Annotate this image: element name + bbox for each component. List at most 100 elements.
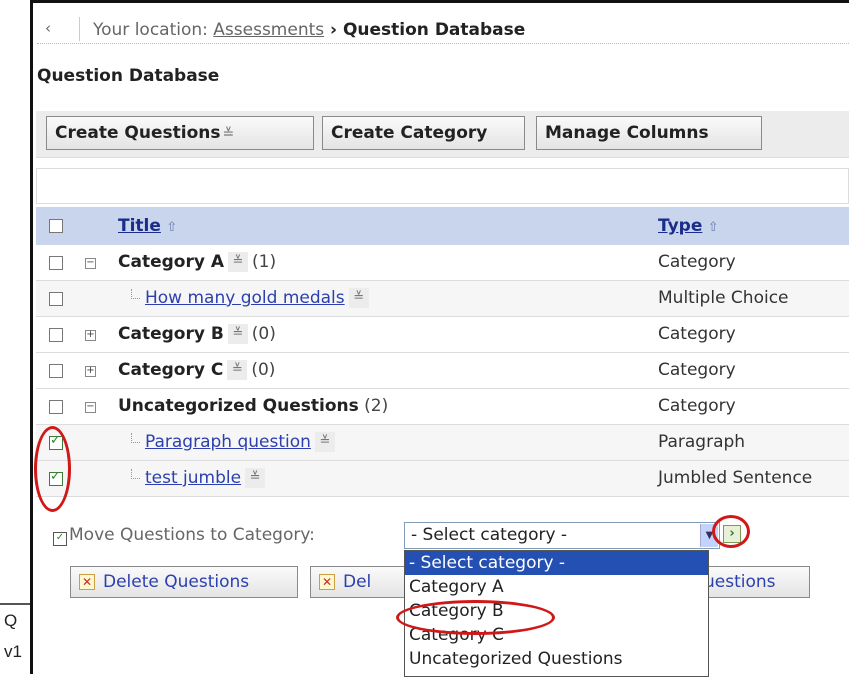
table-header: Title ⇧ Type ⇧ xyxy=(36,207,849,245)
tree-connector xyxy=(131,433,140,443)
delete-button-partial[interactable]: ✕ Del xyxy=(310,566,410,598)
question-link[interactable]: test jumble xyxy=(145,468,241,488)
context-menu-icon[interactable]: ≚ xyxy=(227,360,248,380)
app-frame: ‹ Your location: Assessments › Question … xyxy=(30,0,849,677)
dropdown-option-category-c[interactable]: Category C xyxy=(405,623,708,647)
question-count: (1) xyxy=(252,252,277,272)
breadcrumb-prefix: Your location: xyxy=(93,20,214,40)
select-all-checkbox[interactable] xyxy=(49,219,63,233)
row-title: Category A ≚ (1) xyxy=(118,252,276,272)
question-count: (0) xyxy=(251,360,276,380)
context-menu-icon[interactable]: ≚ xyxy=(348,288,369,308)
title-column-header[interactable]: Title ⇧ xyxy=(118,216,177,236)
row-type: Multiple Choice xyxy=(658,288,789,308)
row-title: How many gold medals ≚ xyxy=(145,288,373,308)
table-row-category-a[interactable]: − Category A ≚ (1) Category xyxy=(36,245,849,281)
manage-columns-button[interactable]: Manage Columns xyxy=(536,116,762,150)
row-title: Category C ≚ (0) xyxy=(118,360,275,380)
sort-ascending-icon: ⇧ xyxy=(166,220,178,235)
tree-expand-icon[interactable]: + xyxy=(85,330,96,341)
category-name: Uncategorized Questions xyxy=(118,396,359,416)
row-checkbox[interactable] xyxy=(49,364,63,378)
category-name: Category B xyxy=(118,324,224,344)
delete-icon: ✕ xyxy=(79,574,95,590)
dropdown-option-category-b[interactable]: Category B xyxy=(405,599,708,623)
category-select[interactable]: - Select category - ▼ xyxy=(404,522,720,549)
breadcrumb-separator: › xyxy=(324,20,343,40)
row-title: Uncategorized Questions (2) xyxy=(118,396,388,416)
delete-questions-button[interactable]: ✕ Delete Questions xyxy=(70,566,298,598)
sort-ascending-icon: ⇧ xyxy=(707,220,719,235)
table-row-category-c[interactable]: + Category C ≚ (0) Category xyxy=(36,353,849,389)
breadcrumb-divider xyxy=(79,17,80,41)
question-link[interactable]: How many gold medals xyxy=(145,288,345,308)
go-button[interactable]: › xyxy=(723,525,741,543)
table-row-paragraph-question[interactable]: Paragraph question≚ Paragraph xyxy=(36,425,849,461)
row-type: Paragraph xyxy=(658,432,746,452)
category-name: Category C xyxy=(118,360,224,380)
title-header-label[interactable]: Title xyxy=(118,216,161,236)
move-checkbox-icon: ✓ xyxy=(53,532,67,546)
row-type: Category xyxy=(658,252,736,272)
row-type: Category xyxy=(658,324,736,344)
tree-expand-icon[interactable]: + xyxy=(85,366,96,377)
create-questions-label: Create Questions xyxy=(55,123,221,143)
category-select-value: - Select category - xyxy=(411,525,568,545)
row-type: Jumbled Sentence xyxy=(658,468,813,488)
tree-collapse-icon[interactable]: − xyxy=(85,402,96,413)
tree-connector xyxy=(131,289,140,299)
row-checkbox-checked[interactable] xyxy=(49,469,63,486)
tree-collapse-icon[interactable]: − xyxy=(85,258,96,269)
delete-questions-label: Delete Questions xyxy=(103,572,250,592)
dropdown-option-category-a[interactable]: Category A xyxy=(405,575,708,599)
external-text-1: Q xyxy=(4,611,18,630)
category-dropdown-list: - Select category - Category A Category … xyxy=(404,550,709,677)
row-title: test jumble ≚ xyxy=(145,468,269,488)
toolbar: Create Questions ≚ Create Category Manage… xyxy=(36,111,849,158)
breadcrumb: ‹ Your location: Assessments › Question … xyxy=(37,17,849,44)
chevron-down-icon[interactable]: ▼ xyxy=(700,524,718,547)
delete-icon: ✕ xyxy=(319,574,335,590)
context-menu-icon[interactable]: ≚ xyxy=(314,432,335,452)
move-questions-bar: ✓ Move Questions to Category: xyxy=(53,525,315,546)
row-title: Category B ≚ (0) xyxy=(118,324,276,344)
questions-partial-label: uestions xyxy=(704,572,776,592)
table-row-how-many-gold-medals[interactable]: How many gold medals ≚ Multiple Choice xyxy=(36,281,849,317)
row-checkbox[interactable] xyxy=(49,292,63,306)
dropdown-menu-icon: ≚ xyxy=(222,126,235,142)
filter-bar xyxy=(36,168,849,204)
row-checkbox[interactable] xyxy=(49,256,63,270)
row-checkbox-checked[interactable] xyxy=(49,433,63,450)
table-row-test-jumble[interactable]: test jumble≚ Jumbled Sentence xyxy=(36,461,849,497)
move-label: Move Questions to Category: xyxy=(69,525,315,545)
external-text-2: v1 xyxy=(4,642,22,661)
dropdown-option-uncategorized[interactable]: Uncategorized Questions xyxy=(405,647,708,671)
type-header-label[interactable]: Type xyxy=(658,216,702,236)
row-title: Paragraph question ≚ xyxy=(145,432,339,452)
row-type: Category xyxy=(658,360,736,380)
question-count: (2) xyxy=(364,396,389,416)
question-count: (0) xyxy=(251,324,276,344)
create-questions-button[interactable]: Create Questions ≚ xyxy=(46,116,314,150)
row-checkbox[interactable] xyxy=(49,400,63,414)
breadcrumb-current: Question Database xyxy=(342,20,526,40)
delete-partial-label: Del xyxy=(343,572,372,592)
context-menu-icon[interactable]: ≚ xyxy=(227,324,248,344)
context-menu-icon[interactable]: ≚ xyxy=(245,468,266,488)
table-row-category-b[interactable]: + Category B ≚ (0) Category xyxy=(36,317,849,353)
tree-connector xyxy=(131,469,140,479)
context-menu-icon[interactable]: ≚ xyxy=(228,252,248,272)
page-title: Question Database xyxy=(37,66,220,86)
breadcrumb-trail: Your location: Assessments › Question Da… xyxy=(93,20,525,40)
category-name: Category A xyxy=(118,252,224,272)
question-link[interactable]: Paragraph question xyxy=(145,432,311,452)
breadcrumb-link-assessments[interactable]: Assessments xyxy=(213,20,324,40)
type-column-header[interactable]: Type ⇧ xyxy=(658,216,719,236)
external-divider xyxy=(0,603,30,605)
dropdown-option-select[interactable]: - Select category - xyxy=(405,551,708,575)
create-category-button[interactable]: Create Category xyxy=(322,116,525,150)
back-icon[interactable]: ‹ xyxy=(45,19,69,37)
row-checkbox[interactable] xyxy=(49,328,63,342)
row-type: Category xyxy=(658,396,736,416)
table-row-uncategorized[interactable]: − Uncategorized Questions (2) Category xyxy=(36,389,849,425)
